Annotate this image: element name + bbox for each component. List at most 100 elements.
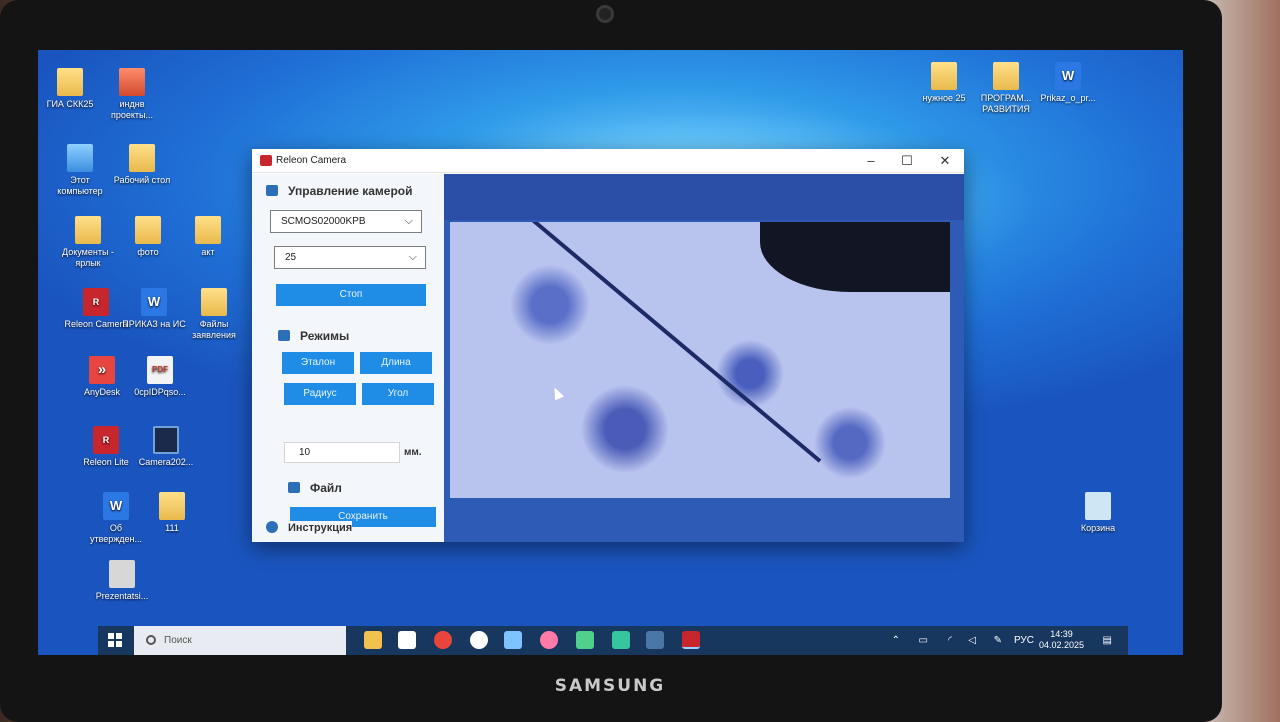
language-indicator[interactable]: РУС [1014, 635, 1034, 646]
mouse-cursor-icon [549, 385, 565, 401]
help-section-title: Инструкция [288, 522, 353, 534]
preview-header-strip [444, 174, 964, 220]
releon-icon: R [93, 426, 119, 454]
mode-length-button[interactable]: Длина [360, 352, 432, 374]
file-section-header: Файл [288, 481, 342, 495]
microscope-image[interactable] [450, 222, 950, 498]
app-pink-icon[interactable] [540, 631, 558, 649]
desktop-icon-prikaz[interactable]: W ПРИКАЗ на ИС [122, 288, 186, 330]
releon-icon: R [83, 288, 109, 316]
document-icon: PDF [147, 356, 173, 384]
word-app-icon[interactable] [398, 631, 416, 649]
desktop: ГИА СКК25 инднв проекты... Этот компьюте… [38, 50, 1183, 655]
desktop-icon-akt[interactable]: акт [176, 216, 240, 258]
desktop-icon-files[interactable]: Файлы заявления [182, 288, 246, 341]
desktop-icon-documents[interactable]: Документы - ярлык [56, 216, 120, 269]
desktop-icon-gia[interactable]: ГИА СКК25 [38, 68, 102, 110]
windows-start-icon[interactable] [108, 633, 122, 647]
app-green-icon[interactable] [612, 631, 630, 649]
folder-icon [993, 62, 1019, 90]
word-doc-icon: W [1055, 62, 1081, 90]
desktop-icon-nuzhnoe[interactable]: нужное 25 [912, 62, 976, 104]
desktop-icon-label: Releon Camera [64, 319, 128, 329]
desktop-icon-program[interactable]: ПРОГРАМ... РАЗВИТИЯ [974, 62, 1038, 115]
taskbar-clock[interactable]: 14:39 04.02.2025 [1039, 629, 1084, 651]
battery-icon[interactable]: ▭ [919, 635, 928, 646]
stop-button[interactable]: Стоп [276, 284, 426, 306]
folder-icon [931, 62, 957, 90]
taskbar-search[interactable]: Поиск [134, 626, 346, 655]
close-icon[interactable]: ✕ [930, 151, 960, 171]
desktop-icon-label: Корзина [1080, 523, 1116, 533]
save-disk-icon [288, 482, 300, 493]
desktop-icon-camera-file[interactable]: Camera202... [134, 426, 198, 468]
desktop-icon-label: 111 [165, 523, 179, 533]
webcam-icon [596, 5, 614, 23]
desktop-icon-doc[interactable]: PDF 0cpIDPqso... [128, 356, 192, 398]
unit-label: мм. [404, 447, 422, 458]
camera-model-select[interactable]: SCMOS02000KPB ⌵ [270, 210, 422, 233]
camera-section-header: Управление камерой [266, 184, 413, 198]
desktop-icon-label: Об утвержден... [89, 523, 143, 544]
desktop-icon-label: Camera202... [138, 457, 194, 467]
file-explorer-icon[interactable] [364, 631, 382, 649]
desktop-icon-desktop-folder[interactable]: Рабочий стол [110, 144, 174, 186]
minimize-icon[interactable]: – [856, 151, 886, 171]
folder-icon [119, 68, 145, 96]
folder-icon [159, 492, 185, 520]
pen-icon[interactable]: ✎ [994, 635, 1002, 646]
vk-icon[interactable] [646, 631, 664, 649]
desktop-icon-presentation[interactable]: Prezentatsi... [90, 560, 154, 602]
desktop-icon-label: ПРОГРАМ... РАЗВИТИЯ [980, 93, 1032, 114]
word-doc-icon: W [141, 288, 167, 316]
length-input[interactable]: 10 [284, 442, 400, 463]
desktop-icon-ob-utverzhd[interactable]: W Об утвержден... [84, 492, 148, 545]
window-titlebar[interactable]: Releon Camera – ☐ ✕ [252, 149, 964, 173]
camera-model-value: SCMOS02000KPB [281, 216, 366, 227]
video-file-icon [153, 426, 179, 454]
list-icon [278, 330, 290, 341]
desktop-icon-releon-lite[interactable]: R Releon Lite [74, 426, 138, 468]
volume-icon[interactable]: ◁ [968, 635, 976, 646]
desktop-icon-photo[interactable]: фото [116, 216, 180, 258]
file-section-title: Файл [310, 481, 342, 495]
notifications-icon[interactable]: ▤ [1103, 635, 1112, 646]
desktop-icon-releon-camera[interactable]: R Releon Camera [64, 288, 128, 330]
folder-icon [195, 216, 221, 244]
desktop-icon-prikaz-o-pr[interactable]: W Prikaz_o_pr... [1036, 62, 1100, 104]
desktop-icon-this-pc[interactable]: Этот компьютер [48, 144, 112, 197]
desktop-icon-recycle-bin[interactable]: Корзина [1066, 492, 1130, 534]
help-section-header[interactable]: Инструкция [266, 521, 353, 534]
help-icon [266, 521, 278, 533]
desktop-icon-label: нужное 25 [922, 93, 966, 103]
chevron-down-icon: ⌵ [404, 215, 413, 227]
recycle-bin-icon [1085, 492, 1111, 520]
mode-angle-button[interactable]: Угол [362, 383, 434, 405]
yandex-browser-icon[interactable] [470, 631, 488, 649]
dark-particle [760, 222, 950, 292]
desktop-icon-projects[interactable]: инднв проекты... [100, 68, 164, 121]
releon-camera-window[interactable]: Releon Camera – ☐ ✕ Управление камерой S… [252, 149, 964, 542]
camera-preview[interactable] [444, 174, 964, 542]
mode-etalon-button[interactable]: Эталон [282, 352, 354, 374]
desktop-icon-label: ПРИКАЗ на ИС [122, 319, 186, 329]
window-title: Releon Camera [276, 155, 347, 166]
mode-radius-button[interactable]: Радиус [284, 383, 356, 405]
desktop-icon-label: Рабочий стол [113, 175, 171, 185]
yandex-icon[interactable] [434, 631, 452, 649]
frame-rate-select[interactable]: 25 ⌵ [274, 246, 426, 269]
desktop-icon-111[interactable]: 111 [140, 492, 204, 534]
wifi-icon[interactable]: ◜ [948, 635, 952, 646]
desktop-icon-anydesk[interactable]: » AnyDesk [70, 356, 134, 398]
word-doc-icon: W [103, 492, 129, 520]
maximize-icon[interactable]: ☐ [892, 151, 922, 171]
chevron-up-icon[interactable]: ⌃ [892, 635, 900, 646]
modes-section-title: Режимы [300, 329, 350, 343]
app-heart-icon[interactable] [576, 631, 594, 649]
taskbar: Поиск ⌃ ▭ ◜ ◁ ✎ РУС 14:39 04.02.2025 ▤ [98, 626, 1128, 655]
releon-camera-taskbar-icon[interactable] [682, 631, 700, 649]
clock-date: 04.02.2025 [1038, 640, 1084, 650]
app-tiles-icon[interactable] [504, 631, 522, 649]
desktop-icon-label: AnyDesk [83, 387, 120, 397]
computer-icon [67, 144, 93, 172]
